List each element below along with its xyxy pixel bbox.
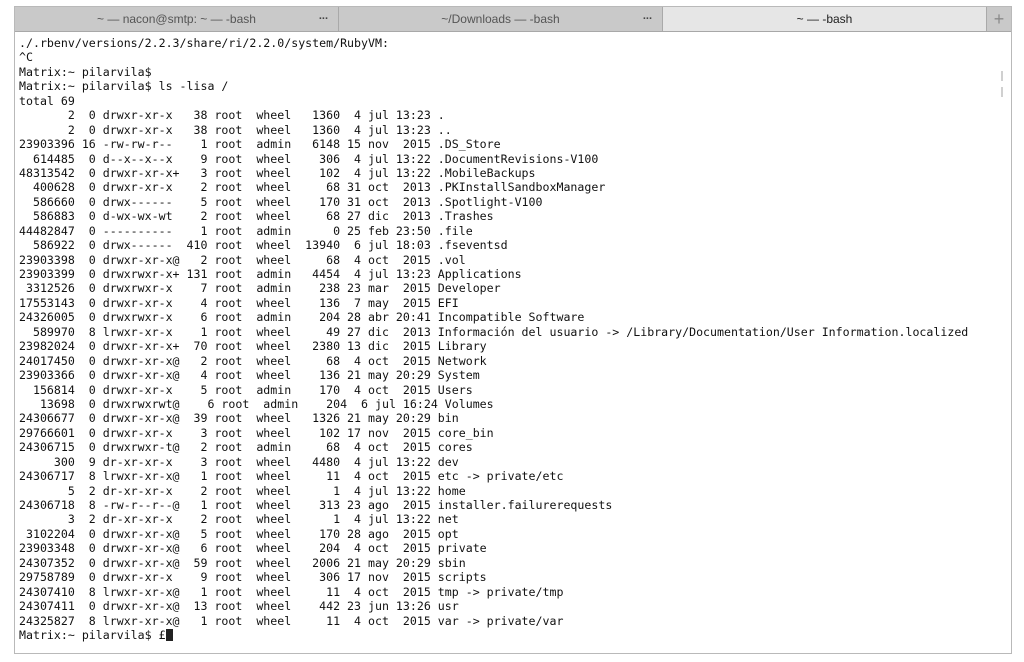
terminal-line: 13698 0 drwxrwxrwt@ 6 root admin 204 6 j… xyxy=(19,396,494,411)
terminal-output[interactable]: ./.rbenv/versions/2.2.3/share/ri/2.2.0/s… xyxy=(19,36,1007,653)
terminal-line: 586660 0 drwx------ 5 root wheel 170 31 … xyxy=(19,194,543,209)
terminal-line: 29766601 0 drwxr-xr-x 3 root wheel 102 1… xyxy=(19,425,494,440)
terminal-line: 23903348 0 drwxr-xr-x@ 6 root wheel 204 … xyxy=(19,541,487,556)
terminal-line: 23903366 0 drwxr-xr-x@ 4 root wheel 136 … xyxy=(19,368,480,383)
terminal-line: 24306717 8 lrwxr-xr-x@ 1 root wheel 11 4… xyxy=(19,469,564,484)
terminal-line: 156814 0 drwxr-xr-x 5 root admin 170 4 o… xyxy=(19,382,473,397)
new-tab-button[interactable]: + xyxy=(987,7,1011,31)
tab-home-bash[interactable]: ~ — -bash xyxy=(663,7,987,31)
cursor xyxy=(165,628,173,641)
terminal-line: 5 2 dr-xr-xr-x 2 root wheel 1 4 jul 13:2… xyxy=(19,483,466,498)
terminal-line: 17553143 0 drwxr-xr-x 4 root wheel 136 7… xyxy=(19,295,459,310)
terminal-line: 400628 0 drwxr-xr-x 2 root wheel 68 31 o… xyxy=(19,180,606,195)
terminal-line: 589970 8 lrwxr-xr-x 1 root wheel 49 27 d… xyxy=(19,324,969,339)
terminal-line: 2 0 drwxr-xr-x 38 root wheel 1360 4 jul … xyxy=(19,108,445,123)
terminal-line: 3102204 0 drwxr-xr-x@ 5 root wheel 170 2… xyxy=(19,526,459,541)
terminal-line: 24306715 0 drwxrwxr-t@ 2 root admin 68 4… xyxy=(19,440,473,455)
tab-label: ~/Downloads — -bash xyxy=(441,12,560,26)
scroll-marker xyxy=(1001,87,1003,97)
scroll-marker xyxy=(1001,71,1003,81)
tab-downloads[interactable]: ~/Downloads — -bash ... xyxy=(339,7,663,31)
tab-bar: ~ — nacon@smtp: ~ — -bash ... ~/Download… xyxy=(15,7,1011,32)
terminal-line: Matrix:~ pilarvila$ ls -lisa / xyxy=(19,79,229,94)
terminal-line: 23903398 0 drwxr-xr-x@ 2 root wheel 68 4… xyxy=(19,252,466,267)
terminal-line: 2 0 drwxr-xr-x 38 root wheel 1360 4 jul … xyxy=(19,122,452,137)
prompt-line[interactable]: Matrix:~ pilarvila$ £ xyxy=(19,628,1007,642)
terminal-line: ./.rbenv/versions/2.2.3/share/ri/2.2.0/s… xyxy=(19,36,389,50)
terminal-window: ~ — nacon@smtp: ~ — -bash ... ~/Download… xyxy=(14,6,1012,654)
tab-label: ~ — -bash xyxy=(796,12,853,26)
terminal-line: 24307352 0 drwxr-xr-x@ 59 root wheel 200… xyxy=(19,555,466,570)
tab-overflow-icon: ... xyxy=(642,10,652,22)
terminal-line: 24017450 0 drwxr-xr-x@ 2 root wheel 68 4… xyxy=(19,353,487,368)
terminal-line: 44482847 0 ---------- 1 root admin 0 25 … xyxy=(19,223,473,238)
terminal-line: 24325827 8 lrwxr-xr-x@ 1 root wheel 11 4… xyxy=(19,613,564,628)
terminal-line: ^C xyxy=(19,50,33,65)
terminal-line: 48313542 0 drwxr-xr-x+ 3 root wheel 102 … xyxy=(19,165,536,180)
terminal-line: 3312526 0 drwxrwxr-x 7 root admin 238 23… xyxy=(19,281,501,296)
terminal-line: 23903396 16 -rw-rw-r-- 1 root admin 6148… xyxy=(19,137,501,152)
terminal-line: total 69 xyxy=(19,93,75,108)
terminal-line: 300 9 dr-xr-xr-x 3 root wheel 4480 4 jul… xyxy=(19,454,459,469)
terminal-line: 24307411 0 drwxr-xr-x@ 13 root wheel 442… xyxy=(19,599,459,614)
terminal-line: 586883 0 d-wx-wx-wt 2 root wheel 68 27 d… xyxy=(19,209,494,224)
terminal-line: 24326005 0 drwxrwxr-x 6 root admin 204 2… xyxy=(19,310,585,325)
tab-overflow-icon: ... xyxy=(318,10,328,22)
terminal-line: 3 2 dr-xr-xr-x 2 root wheel 1 4 jul 13:2… xyxy=(19,512,459,527)
terminal-line: 586922 0 drwx------ 410 root wheel 13940… xyxy=(19,238,508,253)
prompt-text: Matrix:~ pilarvila$ £ xyxy=(19,627,166,642)
terminal-line: 23982024 0 drwxr-xr-x+ 70 root wheel 238… xyxy=(19,339,487,354)
terminal-line: 24307410 8 lrwxr-xr-x@ 1 root wheel 11 4… xyxy=(19,584,564,599)
terminal-line: 29758789 0 drwxr-xr-x 9 root wheel 306 1… xyxy=(19,570,487,585)
terminal-line: Matrix:~ pilarvila$ xyxy=(19,64,152,79)
tab-label: ~ — nacon@smtp: ~ — -bash xyxy=(97,12,256,26)
terminal-line: 614485 0 d--x--x--x 9 root wheel 306 4 j… xyxy=(19,151,599,166)
terminal-line: 24306718 8 -rw-r--r--@ 1 root wheel 313 … xyxy=(19,498,613,512)
terminal-line: 23903399 0 drwxrwxr-x+ 131 root admin 44… xyxy=(19,267,522,281)
terminal-line: 24306677 0 drwxr-xr-x@ 39 root wheel 132… xyxy=(19,411,459,426)
tab-nacon-smtp[interactable]: ~ — nacon@smtp: ~ — -bash ... xyxy=(15,7,339,31)
plus-icon: + xyxy=(993,8,1005,29)
